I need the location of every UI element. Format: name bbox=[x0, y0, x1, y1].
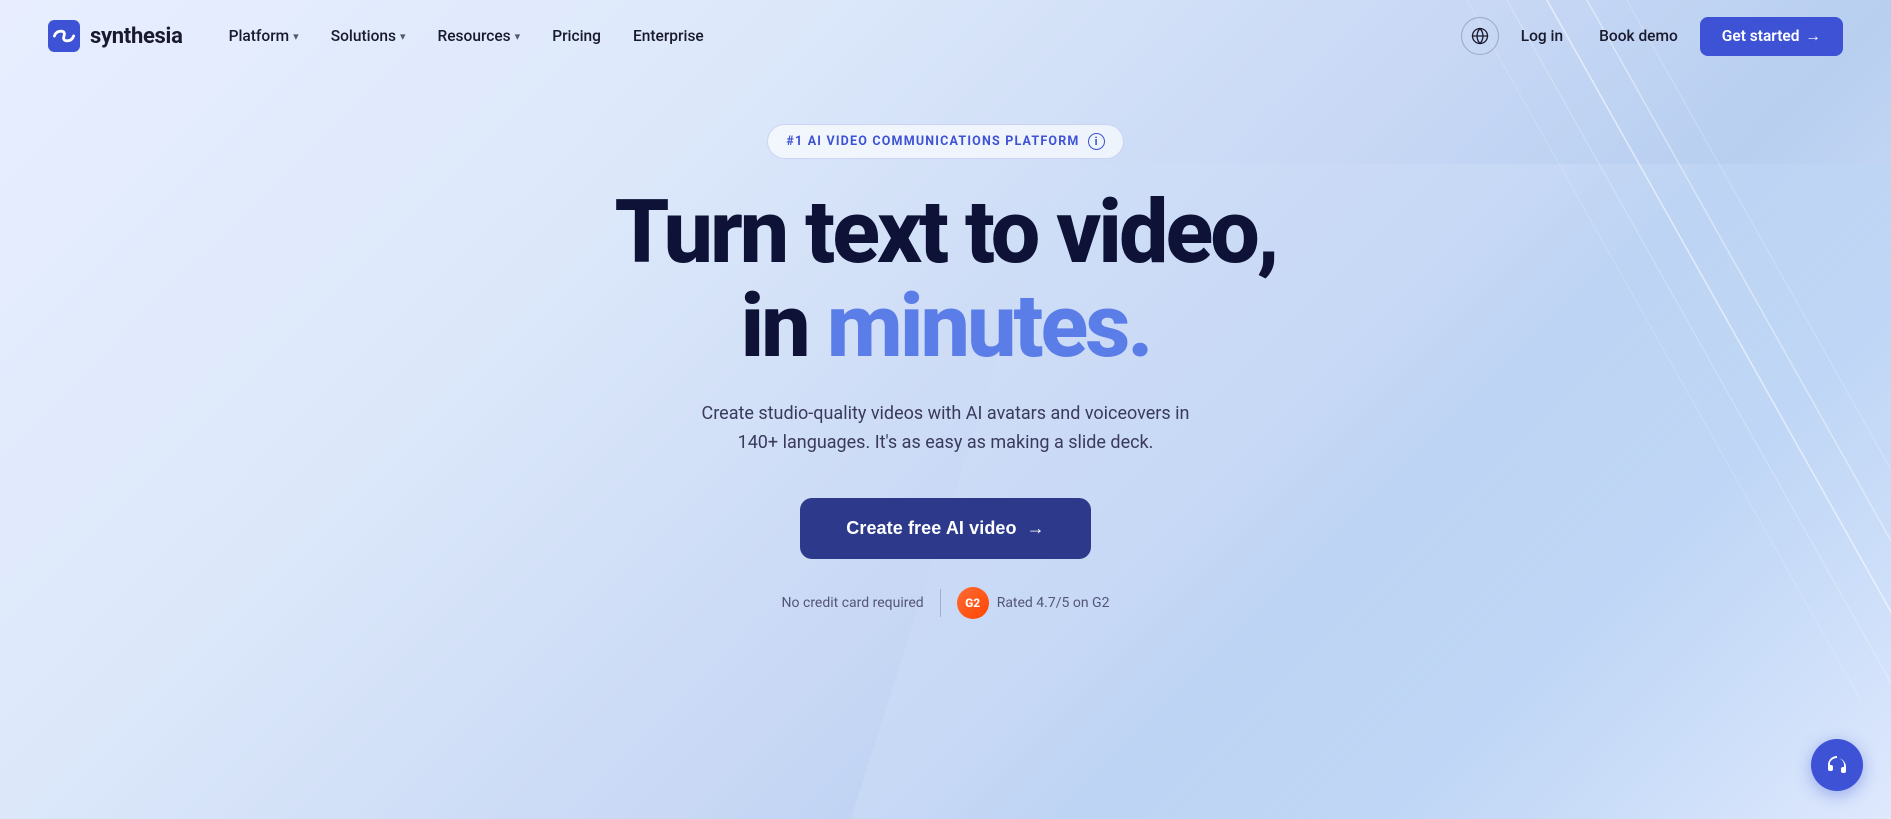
no-credit-card-text: No credit card required bbox=[782, 595, 924, 611]
hero-title-line2-plain: in bbox=[741, 275, 827, 378]
g2-rating-text: Rated 4.7/5 on G2 bbox=[997, 595, 1110, 611]
nav-item-pricing[interactable]: Pricing bbox=[538, 19, 615, 53]
hero-subtitle: Create studio-quality videos with AI ava… bbox=[686, 400, 1206, 458]
chevron-down-icon: ▾ bbox=[400, 30, 406, 43]
cta-label: Create free AI video bbox=[846, 518, 1016, 539]
cta-button[interactable]: Create free AI video → bbox=[800, 498, 1091, 559]
support-chat-button[interactable] bbox=[1811, 739, 1863, 791]
g2-badge: G2 Rated 4.7/5 on G2 bbox=[957, 587, 1110, 619]
globe-icon bbox=[1471, 27, 1489, 45]
navbar: synthesia Platform ▾ Solutions ▾ Resourc… bbox=[0, 0, 1891, 72]
arrow-icon: → bbox=[1806, 27, 1822, 46]
cta-arrow-icon: → bbox=[1027, 518, 1045, 539]
hero-badge: #1 AI VIDEO COMMUNICATIONS PLATFORM i bbox=[767, 124, 1123, 159]
badge-info-button[interactable]: i bbox=[1088, 133, 1105, 150]
nav-item-resources[interactable]: Resources ▾ bbox=[424, 19, 535, 53]
footer-divider bbox=[940, 589, 941, 617]
hero-title-line2: in minutes. bbox=[741, 279, 1151, 376]
chevron-down-icon: ▾ bbox=[293, 30, 299, 43]
login-link[interactable]: Log in bbox=[1507, 19, 1577, 53]
nav-right: Log in Book demo Get started → bbox=[1461, 17, 1843, 56]
nav-left: synthesia Platform ▾ Solutions ▾ Resourc… bbox=[48, 19, 718, 53]
book-demo-link[interactable]: Book demo bbox=[1585, 19, 1692, 53]
hero-section: #1 AI VIDEO COMMUNICATIONS PLATFORM i Tu… bbox=[0, 72, 1891, 619]
hero-title-line2-highlight: minutes. bbox=[827, 275, 1151, 378]
logo[interactable]: synthesia bbox=[48, 20, 183, 52]
g2-logo: G2 bbox=[957, 587, 989, 619]
synthesia-logo-icon bbox=[48, 20, 80, 52]
nav-item-enterprise[interactable]: Enterprise bbox=[619, 19, 718, 53]
hero-footer: No credit card required G2 Rated 4.7/5 o… bbox=[782, 587, 1110, 619]
language-selector-button[interactable] bbox=[1461, 17, 1499, 55]
nav-menu: Platform ▾ Solutions ▾ Resources ▾ Prici… bbox=[215, 19, 718, 53]
badge-text: #1 AI VIDEO COMMUNICATIONS PLATFORM bbox=[786, 134, 1079, 149]
nav-item-solutions[interactable]: Solutions ▾ bbox=[317, 19, 420, 53]
logo-text: synthesia bbox=[90, 24, 183, 49]
nav-item-platform[interactable]: Platform ▾ bbox=[215, 19, 313, 53]
hero-title-line1: Turn text to video, bbox=[614, 187, 1276, 279]
chevron-down-icon: ▾ bbox=[515, 30, 521, 43]
headphones-icon bbox=[1825, 753, 1849, 777]
get-started-button[interactable]: Get started → bbox=[1700, 17, 1843, 56]
